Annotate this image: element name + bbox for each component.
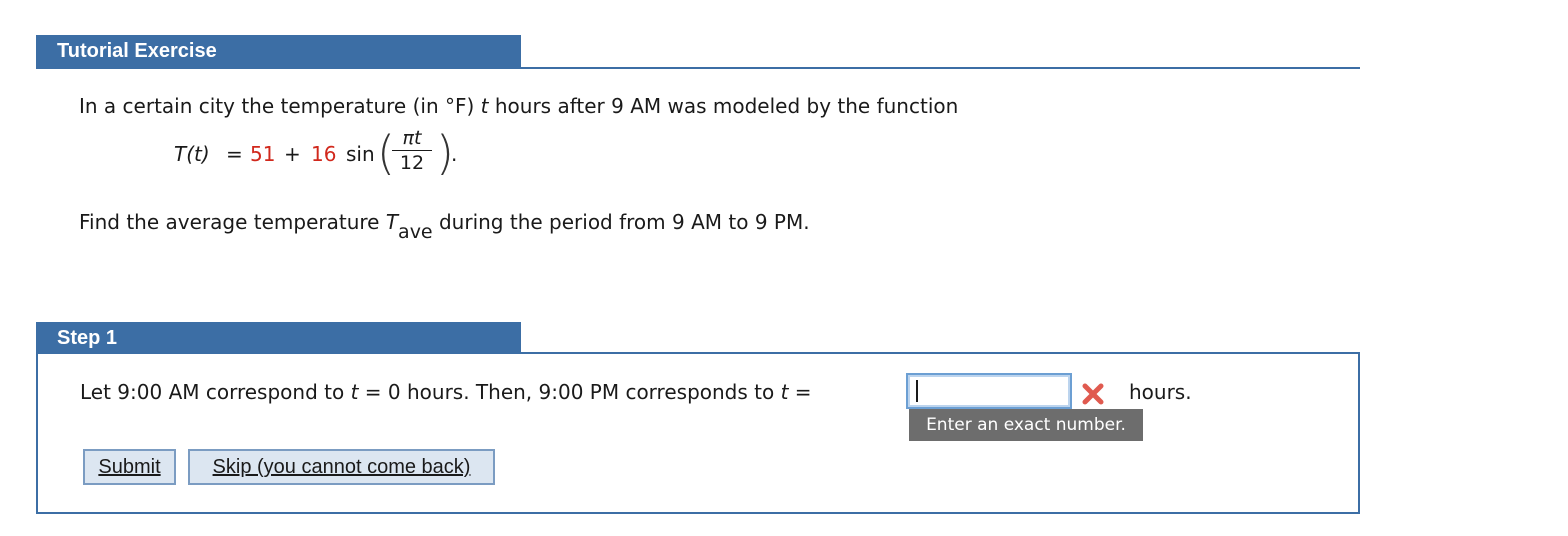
tutorial-title: Tutorial Exercise bbox=[36, 35, 521, 67]
equation-plus: + bbox=[284, 142, 301, 166]
equation-period: . bbox=[451, 142, 458, 166]
question-find: Find the average temperature Tave during… bbox=[79, 210, 810, 243]
temperature-equation: T(t) = 51 + 16 sin ( πt 12 ) . bbox=[174, 126, 1339, 196]
equation-equals: = bbox=[226, 142, 243, 166]
answer-input[interactable] bbox=[906, 373, 1072, 409]
equation-lhs: T(t) bbox=[174, 142, 210, 166]
step1-box bbox=[36, 352, 1360, 514]
tutorial-header: Tutorial Exercise bbox=[36, 35, 1360, 69]
incorrect-x-icon bbox=[1082, 383, 1104, 405]
submit-button[interactable]: Submit bbox=[83, 449, 176, 485]
answer-unit: hours. bbox=[1129, 380, 1192, 404]
fraction-numerator: πt bbox=[402, 127, 422, 149]
question-body: In a certain city the temperature (in °F… bbox=[79, 92, 1339, 246]
fraction-denominator: 12 bbox=[399, 152, 425, 174]
step1-prompt: Let 9:00 AM correspond to t = 0 hours. T… bbox=[80, 380, 812, 404]
skip-button[interactable]: Skip (you cannot come back) bbox=[188, 449, 495, 485]
step1-header: Step 1 bbox=[36, 322, 1360, 354]
equation-amplitude: 16 bbox=[311, 142, 337, 166]
equation-sin: sin bbox=[346, 142, 375, 166]
text-cursor bbox=[916, 380, 918, 402]
equation-constant: 51 bbox=[250, 142, 276, 166]
step1-title: Step 1 bbox=[36, 322, 521, 354]
hint-tooltip: Enter an exact number. bbox=[909, 409, 1143, 441]
equation-fraction: πt 12 bbox=[386, 126, 438, 175]
question-intro: In a certain city the temperature (in °F… bbox=[79, 94, 959, 118]
